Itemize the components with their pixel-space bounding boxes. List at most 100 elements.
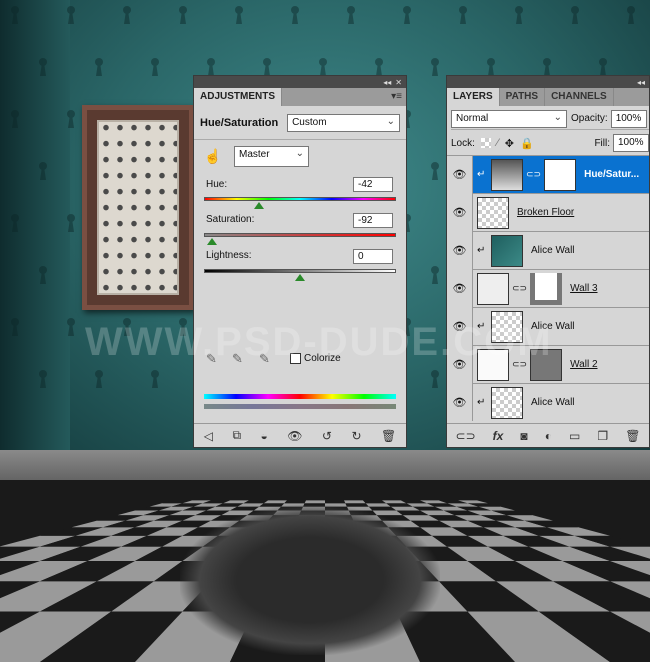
lightness-input[interactable]: 0 — [353, 249, 393, 264]
keyhole-pattern-icon — [290, 6, 300, 24]
trash-icon[interactable]: 🗑 — [381, 429, 396, 443]
hue-slider-thumb[interactable] — [254, 202, 264, 209]
eyedropper-add-icon[interactable]: ✎ — [232, 351, 243, 367]
keyhole-pattern-icon — [486, 58, 496, 76]
lock-brush-icon[interactable]: ⁄ — [497, 137, 499, 149]
layer-row[interactable]: 👁 Broken Floor — [447, 193, 649, 232]
layer-row[interactable]: 👁 ↵ Alice Wall — [447, 307, 649, 346]
keyhole-pattern-icon — [598, 58, 608, 76]
layer-name: Wall 2 — [570, 359, 598, 370]
layer-thumbnail — [491, 386, 523, 419]
keyhole-pattern-icon — [10, 318, 20, 336]
new-adjustment-icon[interactable]: ◐ — [545, 429, 552, 443]
keyhole-pattern-icon — [122, 318, 132, 336]
picture-frame — [82, 105, 194, 310]
chevron-down-icon: ⌄ — [553, 111, 562, 123]
chevron-down-icon: ⌄ — [386, 115, 395, 127]
visibility-eye-icon[interactable]: 👁 — [287, 429, 302, 443]
tab-layers[interactable]: LAYERS — [447, 88, 500, 106]
layer-row[interactable]: 👁 ⊂⊃ Wall 3 — [447, 269, 649, 308]
hue-input[interactable]: -42 — [353, 177, 393, 192]
layer-row[interactable]: 👁 ↵ Alice Wall — [447, 231, 649, 270]
layer-name: Wall 3 — [570, 283, 598, 294]
saturation-input[interactable]: -92 — [353, 213, 393, 228]
eyedropper-subtract-icon[interactable]: ✎ — [259, 351, 270, 367]
new-layer-icon[interactable]: ❐ — [597, 429, 608, 443]
layer-row[interactable]: 👁 ⊂⊃ Wall 2 — [447, 345, 649, 384]
link-layers-icon[interactable]: ⊂⊃ — [456, 429, 476, 443]
framed-keyhole-picture — [97, 120, 179, 295]
keyhole-pattern-icon — [234, 6, 244, 24]
eye-icon[interactable]: 👁 — [447, 345, 473, 384]
preset-select[interactable]: Custom ⌄ — [287, 113, 400, 132]
layers-list: 👁 ↵ ⊂⊃ Hue/Satur... 👁 Broken Floor 👁 ↵ A… — [447, 155, 649, 421]
opacity-input[interactable]: 100% — [610, 109, 647, 128]
lightness-slider-thumb[interactable] — [295, 274, 305, 281]
clip-arrow-icon: ↵ — [477, 245, 486, 256]
eye-icon[interactable]: 👁 — [447, 383, 473, 421]
channel-select[interactable]: Master ⌄ — [234, 146, 309, 167]
clip-to-layer-icon[interactable]: ◒ — [260, 429, 267, 443]
keyhole-pattern-icon — [318, 58, 328, 76]
keyhole-pattern-icon — [122, 6, 132, 24]
fill-input[interactable]: 100% — [613, 134, 649, 152]
keyhole-pattern-icon — [38, 266, 48, 284]
lock-position-icon[interactable]: ✥ — [505, 137, 514, 150]
lock-all-icon[interactable]: 🔒 — [520, 137, 534, 150]
keyhole-pattern-icon — [38, 162, 48, 180]
keyhole-pattern-icon — [458, 6, 468, 24]
layer-row[interactable]: 👁 ↵ Alice Wall — [447, 383, 649, 421]
floor-tile — [284, 500, 306, 504]
keyhole-pattern-icon — [346, 6, 356, 24]
blend-mode-select[interactable]: Normal ⌄ — [451, 109, 567, 128]
colorize-checkbox[interactable] — [290, 353, 301, 364]
keyhole-pattern-icon — [430, 370, 440, 388]
collapse-icon[interactable]: ◂◂ — [637, 78, 645, 87]
close-icon[interactable]: ✕ — [395, 78, 402, 87]
keyhole-pattern-icon — [10, 110, 20, 128]
tab-channels[interactable]: CHANNELS — [545, 88, 614, 106]
eyedropper-icon[interactable]: ✎ — [206, 351, 217, 367]
blend-mode-value: Normal — [456, 112, 489, 124]
targeted-adjustment-hand-icon[interactable]: ☝ — [204, 148, 221, 165]
keyhole-pattern-icon — [542, 58, 552, 76]
trash-icon[interactable]: 🗑 — [625, 429, 640, 443]
keyhole-pattern-icon — [626, 6, 636, 24]
keyhole-pattern-icon — [402, 6, 412, 24]
tab-paths[interactable]: PATHS — [500, 88, 546, 106]
eye-icon[interactable]: 👁 — [447, 193, 473, 232]
eye-icon[interactable]: 👁 — [447, 307, 473, 346]
hue-label: Hue: — [206, 179, 228, 190]
view-previous-icon[interactable]: ↺ — [322, 429, 332, 443]
channel-value: Master — [239, 149, 270, 160]
lightness-label: Lightness: — [206, 250, 252, 261]
reset-icon[interactable]: ↻ — [351, 429, 361, 443]
expand-view-icon[interactable]: ⧉ — [232, 428, 241, 443]
link-icon: ⊂⊃ — [512, 283, 528, 293]
output-color-bar — [204, 404, 396, 409]
add-mask-icon[interactable]: ◙ — [520, 429, 527, 443]
saturation-slider-thumb[interactable] — [207, 238, 217, 245]
floor-tile — [344, 500, 366, 504]
lightness-slider-track[interactable] — [204, 269, 396, 273]
panel-menu-icon[interactable]: ▾≡ — [391, 91, 402, 102]
back-arrow-icon[interactable]: ◁ — [204, 429, 213, 443]
hue-slider-track[interactable] — [204, 197, 396, 201]
layer-row[interactable]: 👁 ↵ ⊂⊃ Hue/Satur... — [447, 156, 649, 194]
fx-icon[interactable]: fx — [493, 429, 504, 443]
keyhole-pattern-icon — [66, 214, 76, 232]
eye-icon[interactable]: 👁 — [447, 156, 473, 194]
eye-icon[interactable]: 👁 — [447, 231, 473, 270]
broken-floor-hole — [180, 505, 440, 655]
keyhole-pattern-icon — [94, 58, 104, 76]
saturation-slider-track[interactable] — [204, 233, 396, 237]
lock-transparency-icon[interactable] — [480, 138, 491, 148]
tab-adjustments[interactable]: ADJUSTMENTS — [194, 88, 283, 106]
layer-name: Alice Wall — [531, 321, 575, 332]
new-group-icon[interactable]: ▭ — [569, 429, 580, 443]
collapse-icon[interactable]: ◂◂ — [383, 78, 391, 87]
layer-thumbnail — [491, 310, 523, 343]
colorize-label: Colorize — [304, 353, 341, 364]
keyhole-pattern-icon — [178, 6, 188, 24]
eye-icon[interactable]: 👁 — [447, 269, 473, 308]
